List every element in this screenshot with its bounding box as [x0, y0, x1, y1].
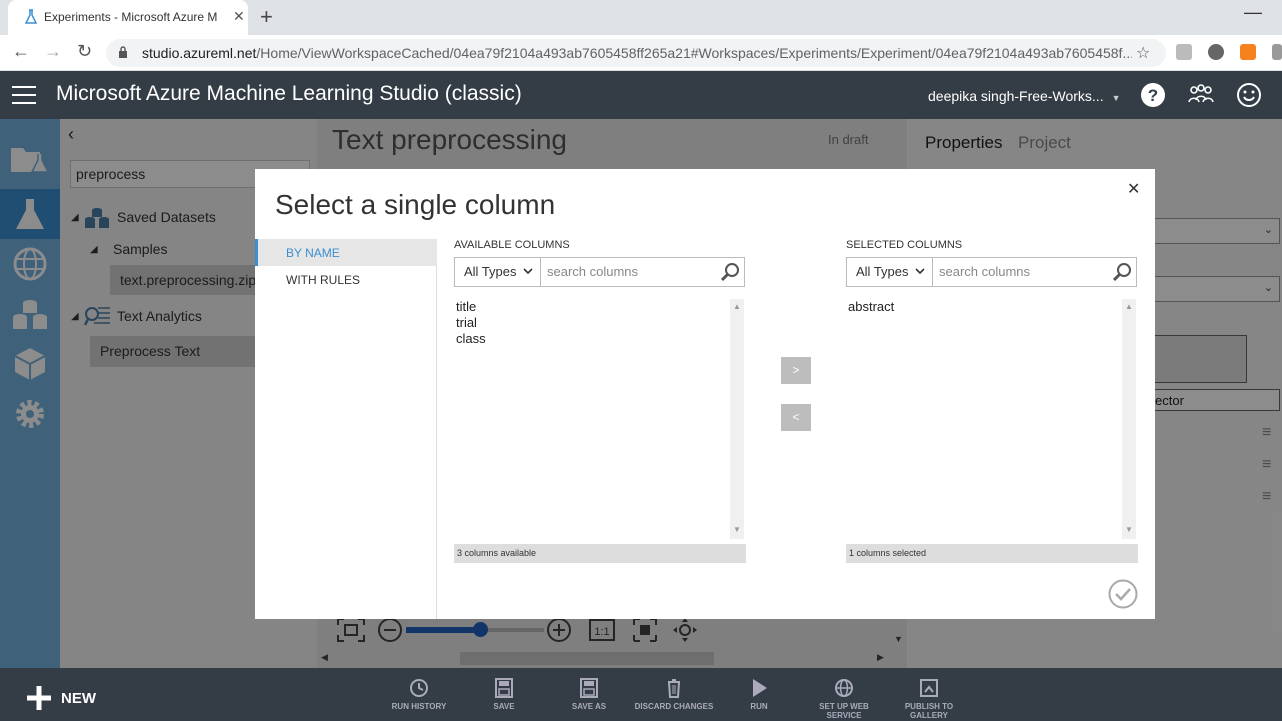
url-text: studio.azureml.net/Home/ViewWorkspaceCac…: [142, 45, 1132, 61]
publish-icon: [920, 679, 938, 697]
selected-search-input[interactable]: search columns: [933, 257, 1137, 287]
available-columns-list[interactable]: title trial class: [454, 299, 746, 539]
run-button[interactable]: RUN: [714, 678, 804, 711]
app-title: Microsoft Azure Machine Learning Studio …: [56, 82, 522, 105]
chevron-down-icon: [523, 268, 533, 275]
discard-changes-button[interactable]: DISCARD CHANGES: [629, 678, 719, 711]
floppy-icon: [580, 678, 598, 698]
list-item[interactable]: class: [456, 331, 486, 346]
toolbar-label: DISCARD CHANGES: [634, 702, 714, 711]
new-button[interactable]: NEW: [26, 685, 126, 711]
lock-icon: [119, 46, 127, 58]
bookmark-star-icon[interactable]: ☆: [1136, 43, 1150, 63]
toolbar-label: PUBLISH TO: [904, 702, 954, 711]
chevron-down-icon: ▼: [1111, 93, 1121, 103]
browser-tab-bar: Experiments - Microsoft Azure M ✕ + —: [0, 0, 1282, 35]
available-list-scrollbar[interactable]: ▲ ▼: [730, 299, 744, 539]
toolbar-label: RUN: [750, 702, 768, 711]
scroll-down-icon[interactable]: ▼: [1125, 525, 1133, 534]
move-left-button[interactable]: <: [781, 404, 811, 431]
play-icon: [753, 679, 767, 697]
extension-screen-icon[interactable]: [1176, 44, 1192, 60]
run-history-button[interactable]: RUN HISTORY: [374, 678, 464, 711]
type-filter-value: All Types: [856, 264, 909, 279]
app-header: Microsoft Azure Machine Learning Studio …: [0, 71, 1282, 119]
community-icon[interactable]: [1188, 82, 1214, 108]
nav-with-rules[interactable]: WITH RULES: [255, 266, 437, 293]
flask-favicon-icon: [24, 9, 38, 24]
available-columns-header: AVAILABLE COLUMNS: [454, 239, 570, 251]
set-up-web-service-button[interactable]: SET UP WEB SERVICE: [799, 678, 889, 720]
browser-tab-title: Experiments - Microsoft Azure M: [44, 10, 218, 24]
search-placeholder: search columns: [939, 264, 1031, 279]
save-as-button[interactable]: SAVE AS: [544, 678, 634, 711]
browser-tab[interactable]: Experiments - Microsoft Azure M ✕: [8, 0, 248, 35]
url-host: studio.azureml.net: [142, 45, 257, 61]
trash-icon: [668, 679, 680, 698]
scroll-down-icon[interactable]: ▼: [733, 525, 741, 534]
extension-circle-icon[interactable]: [1208, 44, 1224, 60]
selected-columns-count: 1 columns selected: [846, 544, 1138, 563]
search-icon[interactable]: [1112, 262, 1132, 282]
toolbar-label: SET UP WEB: [819, 702, 869, 711]
ok-checkmark-button[interactable]: [1108, 579, 1138, 609]
scroll-up-icon[interactable]: ▲: [1125, 302, 1133, 311]
move-right-button[interactable]: >: [781, 357, 811, 384]
url-field[interactable]: studio.azureml.net/Home/ViewWorkspaceCac…: [106, 39, 1166, 67]
user-workspace-menu[interactable]: deepika singh-Free-Works... ▼: [928, 88, 1121, 104]
browser-address-bar: ← → ↻ studio.azureml.net/Home/ViewWorksp…: [0, 35, 1282, 71]
save-button[interactable]: SAVE: [459, 678, 549, 711]
selected-columns-header: SELECTED COLUMNS: [846, 239, 963, 251]
tab-close-icon[interactable]: ✕: [233, 8, 245, 25]
close-icon[interactable]: ✕: [1127, 179, 1140, 199]
publish-to-gallery-button[interactable]: PUBLISH TO GALLERY: [884, 678, 974, 720]
toolbar-label: SAVE: [493, 702, 515, 711]
plus-icon: [27, 686, 51, 710]
globe-icon: [835, 679, 853, 697]
list-item[interactable]: trial: [456, 315, 477, 330]
svg-text:?: ?: [1148, 86, 1158, 105]
available-type-filter[interactable]: All Types: [454, 257, 541, 287]
column-selector-dialog: ✕ Select a single column BY NAME WITH RU…: [255, 169, 1155, 619]
selected-columns-list[interactable]: abstract: [846, 299, 1138, 539]
new-button-label: NEW: [61, 690, 96, 707]
help-icon[interactable]: ?: [1140, 82, 1166, 108]
toolbar-label: SAVE AS: [571, 702, 607, 711]
floppy-icon: [495, 678, 513, 698]
hamburger-menu-icon[interactable]: [12, 86, 36, 104]
window-minimize-icon[interactable]: —: [1244, 2, 1262, 23]
feedback-smiley-icon[interactable]: [1236, 82, 1262, 108]
toolbar-label: GALLERY: [910, 711, 948, 720]
forward-arrow-icon[interactable]: →: [44, 41, 62, 62]
new-tab-icon[interactable]: +: [260, 4, 273, 30]
available-search-input[interactable]: search columns: [541, 257, 745, 287]
back-arrow-icon[interactable]: ←: [12, 41, 30, 62]
dialog-nav: BY NAME WITH RULES: [255, 239, 437, 619]
chevron-down-icon: [915, 268, 925, 275]
clock-icon: [410, 679, 428, 697]
search-icon[interactable]: [720, 262, 740, 282]
user-name: deepika singh-Free-Works...: [928, 88, 1104, 104]
list-item[interactable]: title: [456, 299, 476, 314]
type-filter-value: All Types: [464, 264, 517, 279]
scroll-up-icon[interactable]: ▲: [733, 302, 741, 311]
nav-by-name[interactable]: BY NAME: [255, 239, 437, 266]
search-placeholder: search columns: [547, 264, 639, 279]
toolbar-label: RUN HISTORY: [391, 702, 447, 711]
reload-icon[interactable]: ↻: [77, 41, 92, 62]
url-path: /Home/ViewWorkspaceCached/04ea79f2104a49…: [256, 45, 1132, 61]
dialog-title: Select a single column: [275, 189, 556, 220]
selected-list-scrollbar[interactable]: ▲ ▼: [1122, 299, 1136, 539]
extension-r-icon[interactable]: [1240, 44, 1256, 60]
toolbar-label: SERVICE: [826, 711, 862, 720]
available-columns-count: 3 columns available: [454, 544, 746, 563]
list-item[interactable]: abstract: [848, 299, 894, 314]
selected-type-filter[interactable]: All Types: [846, 257, 933, 287]
extension-more-icon[interactable]: [1272, 44, 1282, 60]
